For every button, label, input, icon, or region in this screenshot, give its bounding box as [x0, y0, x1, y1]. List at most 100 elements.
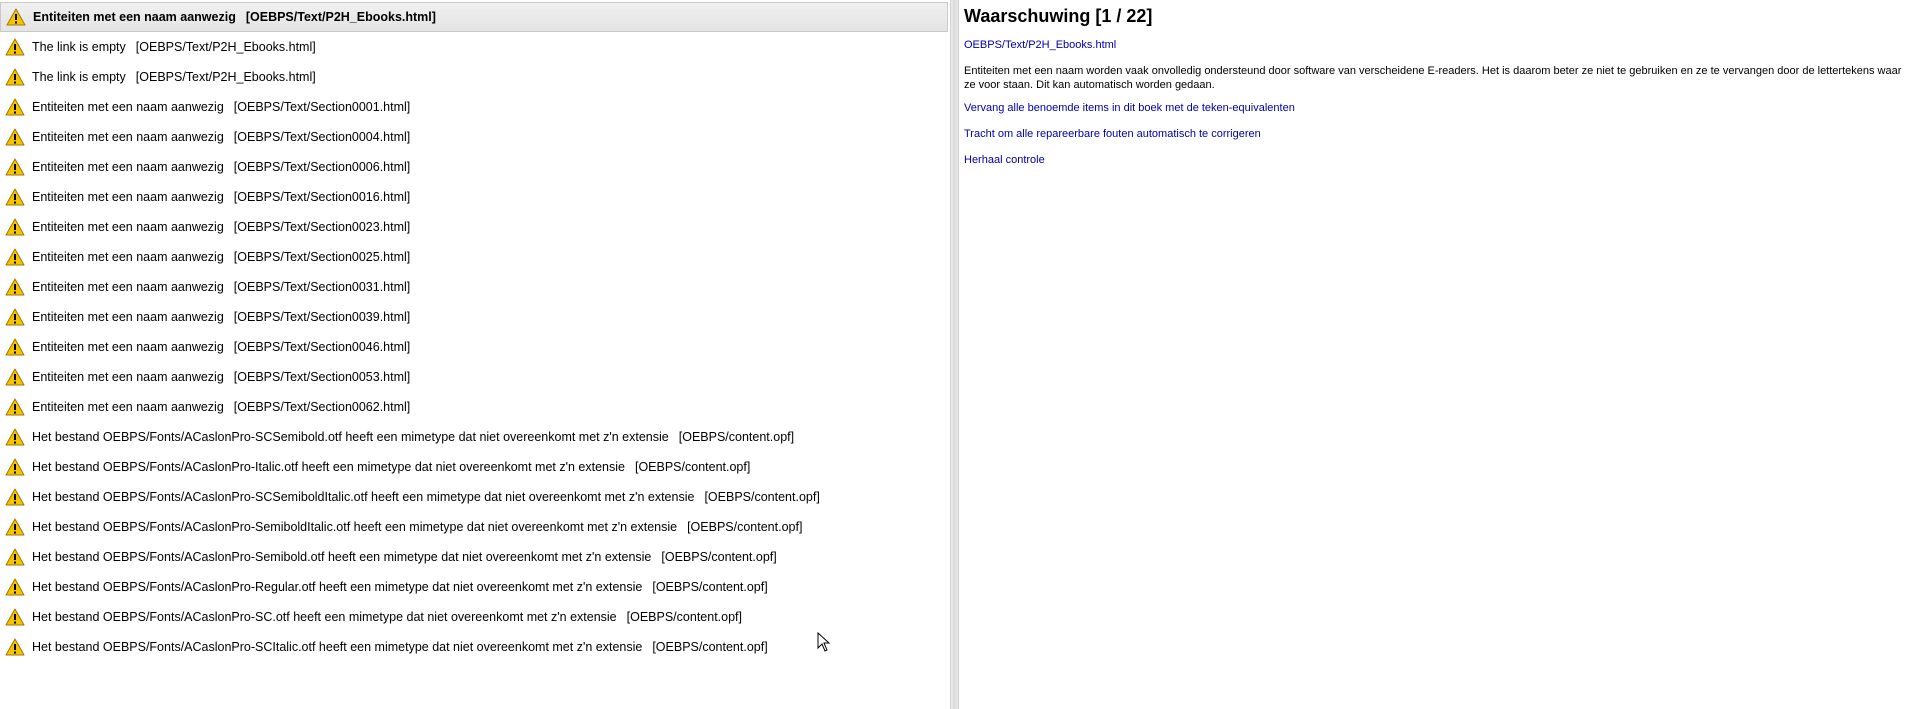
- mouse-pointer-icon: [817, 632, 831, 652]
- warning-file-path: [OEBPS/Text/P2H_Ebooks.html]: [135, 70, 316, 84]
- warning-triangle-icon: [2, 92, 28, 122]
- warning-triangle-icon: [2, 332, 28, 362]
- warning-description: Entiteiten met een naam worden vaak onvo…: [964, 65, 1902, 91]
- warning-file-path: [OEBPS/Text/Section0023.html]: [233, 220, 411, 234]
- warning-detail-pane: Waarschuwing [1 / 22] OEBPS/Text/P2H_Ebo…: [959, 0, 1913, 709]
- warning-triangle-icon: [2, 632, 28, 662]
- warning-file-path: [OEBPS/content.opf]: [687, 520, 803, 534]
- warning-row[interactable]: Entiteiten met een naam aanwezig [OEBPS/T…: [0, 332, 950, 362]
- warning-message: Het bestand OEBPS/Fonts/ACaslonPro-Regul…: [32, 580, 643, 594]
- warning-file-path: [OEBPS/Text/Section0004.html]: [233, 130, 411, 144]
- warning-row[interactable]: Het bestand OEBPS/Fonts/ACaslonPro-SCSem…: [0, 482, 950, 512]
- warning-message: Het bestand OEBPS/Fonts/ACaslonPro-SCSem…: [32, 490, 695, 504]
- warning-file-path: [OEBPS/Text/P2H_Ebooks.html]: [135, 40, 316, 54]
- warning-file-path: [OEBPS/content.opf]: [661, 550, 777, 564]
- warning-file-path: [OEBPS/Text/Section0053.html]: [233, 370, 411, 384]
- warning-triangle-icon: [2, 362, 28, 392]
- warning-file-path: [OEBPS/content.opf]: [678, 430, 795, 444]
- warning-triangle-icon: [2, 452, 28, 482]
- warning-row[interactable]: Entiteiten met een naam aanwezig [OEBPS/T…: [0, 272, 950, 302]
- warning-triangle-icon: [2, 572, 28, 602]
- warning-file-path: [OEBPS/content.opf]: [652, 580, 768, 594]
- warning-triangle-icon: [2, 482, 28, 512]
- warning-row[interactable]: Het bestand OEBPS/Fonts/ACaslonPro-SC.ot…: [0, 602, 950, 632]
- warning-message: Entiteiten met een naam aanwezig: [32, 190, 224, 204]
- warning-row[interactable]: Het bestand OEBPS/Fonts/ACaslonPro-Regul…: [0, 572, 950, 602]
- warning-triangle-icon: [2, 212, 28, 242]
- warning-triangle-icon: [2, 242, 28, 272]
- warning-row[interactable]: Entiteiten met een naam aanwezig [OEBPS/T…: [0, 212, 950, 242]
- warning-file-path: [OEBPS/Text/Section0016.html]: [233, 190, 411, 204]
- warning-triangle-icon: [2, 602, 28, 632]
- recheck-link[interactable]: Herhaal controle: [964, 154, 1045, 166]
- warning-file-path: [OEBPS/Text/Section0031.html]: [233, 280, 411, 294]
- warning-row[interactable]: Entiteiten met een naam aanwezig [OEBPS/T…: [0, 242, 950, 272]
- warning-triangle-icon: [2, 32, 28, 62]
- warning-message: Het bestand OEBPS/Fonts/ACaslonPro-Itali…: [32, 460, 625, 474]
- warning-triangle-icon: [2, 122, 28, 152]
- warning-file-path: [OEBPS/content.opf]: [626, 610, 742, 624]
- warning-message: Entiteiten met een naam aanwezig: [32, 340, 224, 354]
- warning-title: Waarschuwing [1 / 22]: [964, 6, 1153, 26]
- warning-triangle-icon: [2, 422, 28, 452]
- warning-message: Het bestand OEBPS/Fonts/ACaslonPro-SCSem…: [32, 430, 669, 444]
- warning-message: Entiteiten met een naam aanwezig: [32, 370, 224, 384]
- warning-file-path: [OEBPS/Text/Section0006.html]: [233, 160, 411, 174]
- warning-row[interactable]: Het bestand OEBPS/Fonts/ACaslonPro-Semib…: [0, 512, 950, 542]
- warning-triangle-icon: [2, 272, 28, 302]
- warning-file-path: [OEBPS/content.opf]: [704, 490, 820, 504]
- warning-triangle-icon: [3, 2, 29, 32]
- warning-triangle-icon: [2, 62, 28, 92]
- warning-file-path: [OEBPS/Text/P2H_Ebooks.html]: [245, 10, 436, 24]
- warning-triangle-icon: [2, 152, 28, 182]
- warning-file-path: [OEBPS/Text/Section0039.html]: [233, 310, 411, 324]
- warning-message: Entiteiten met een naam aanwezig: [32, 310, 224, 324]
- warning-message: Het bestand OEBPS/Fonts/ACaslonPro-Semib…: [32, 550, 652, 564]
- warning-row[interactable]: Het bestand OEBPS/Fonts/ACaslonPro-SCSem…: [0, 422, 950, 452]
- warning-file-path: [OEBPS/content.opf]: [652, 640, 768, 654]
- warning-message: Entiteiten met een naam aanwezig: [32, 160, 224, 174]
- warning-message: Entiteiten met een naam aanwezig: [32, 250, 224, 264]
- warning-row[interactable]: Het bestand OEBPS/Fonts/ACaslonPro-SCIta…: [0, 632, 950, 662]
- warning-triangle-icon: [2, 392, 28, 422]
- warning-row[interactable]: Entiteiten met een naam aanwezig [OEBPS/T…: [0, 2, 948, 32]
- warning-file-path: [OEBPS/Text/Section0001.html]: [233, 100, 411, 114]
- warning-message: The link is empty: [32, 70, 126, 84]
- warning-row[interactable]: Entiteiten met een naam aanwezig [OEBPS/T…: [0, 362, 950, 392]
- warnings-list: Entiteiten met een naam aanwezig [OEBPS/T…: [0, 2, 950, 662]
- warning-triangle-icon: [2, 182, 28, 212]
- warning-file-path: [OEBPS/Text/Section0025.html]: [233, 250, 411, 264]
- warning-triangle-icon: [2, 302, 28, 332]
- warnings-list-pane[interactable]: Entiteiten met een naam aanwezig [OEBPS/T…: [0, 0, 950, 709]
- warning-triangle-icon: [2, 512, 28, 542]
- warning-message: Entiteiten met een naam aanwezig: [32, 220, 224, 234]
- warning-row[interactable]: Entiteiten met een naam aanwezig [OEBPS/T…: [0, 122, 950, 152]
- warning-message: Entiteiten met een naam aanwezig: [32, 280, 224, 294]
- warning-message: The link is empty: [32, 40, 126, 54]
- auto-fix-link[interactable]: Tracht om alle repareerbare fouten autom…: [964, 128, 1261, 140]
- warning-message: Het bestand OEBPS/Fonts/ACaslonPro-Semib…: [32, 520, 678, 534]
- warning-row[interactable]: Entiteiten met een naam aanwezig [OEBPS/T…: [0, 302, 950, 332]
- warning-row[interactable]: Entiteiten met een naam aanwezig [OEBPS/T…: [0, 92, 950, 122]
- warning-message: Entiteiten met een naam aanwezig: [32, 130, 224, 144]
- warning-message: Entiteiten met een naam aanwezig: [33, 10, 236, 24]
- warning-triangle-icon: [2, 542, 28, 572]
- warning-row[interactable]: The link is empty [OEBPS/Text/P2H_Ebooks.…: [0, 62, 950, 92]
- warning-file-link[interactable]: OEBPS/Text/P2H_Ebooks.html: [964, 39, 1116, 51]
- warning-message: Entiteiten met een naam aanwezig: [32, 400, 224, 414]
- warning-message: Entiteiten met een naam aanwezig: [32, 100, 224, 114]
- warning-row[interactable]: Entiteiten met een naam aanwezig [OEBPS/T…: [0, 182, 950, 212]
- warning-file-path: [OEBPS/content.opf]: [634, 460, 751, 474]
- replace-entities-link[interactable]: Vervang alle benoemde items in dit boek …: [964, 102, 1295, 114]
- warning-row[interactable]: The link is empty [OEBPS/Text/P2H_Ebooks.…: [0, 32, 950, 62]
- warning-row[interactable]: Entiteiten met een naam aanwezig [OEBPS/T…: [0, 152, 950, 182]
- warning-message: Het bestand OEBPS/Fonts/ACaslonPro-SC.ot…: [32, 610, 617, 624]
- warning-message: Het bestand OEBPS/Fonts/ACaslonPro-SCIta…: [32, 640, 643, 654]
- warning-row[interactable]: Het bestand OEBPS/Fonts/ACaslonPro-Itali…: [0, 452, 950, 482]
- warning-row[interactable]: Het bestand OEBPS/Fonts/ACaslonPro-Semib…: [0, 542, 950, 572]
- pane-splitter[interactable]: [950, 0, 959, 709]
- warning-file-path: [OEBPS/Text/Section0046.html]: [233, 340, 411, 354]
- check-book-window: Entiteiten met een naam aanwezig [OEBPS/T…: [0, 0, 1913, 709]
- warning-row[interactable]: Entiteiten met een naam aanwezig [OEBPS/T…: [0, 392, 950, 422]
- warning-file-path: [OEBPS/Text/Section0062.html]: [233, 400, 411, 414]
